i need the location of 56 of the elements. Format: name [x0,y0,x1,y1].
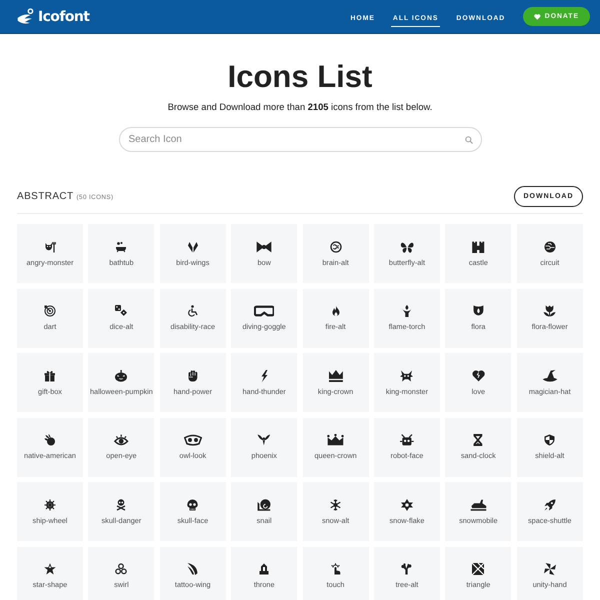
search-field[interactable]: Search Icon [118,127,482,152]
touch-icon [330,563,341,576]
rocket-icon [544,498,556,511]
pinwheel-icon [544,563,556,576]
bow-icon [256,240,272,252]
circuit-icon [544,240,556,252]
ship-wheel-icon [44,498,56,511]
dice-icon [115,305,128,318]
flower-icon [472,305,484,318]
section-title: ABSTRACT [17,191,74,202]
six-pointed-star-icon [400,498,413,511]
snail-icon [256,498,272,511]
skull-icon [187,498,198,511]
tower-icon [259,563,270,576]
snowmobile-icon [470,498,487,511]
headdress-icon [44,434,56,446]
monster-icon [44,240,56,252]
wing-icon [187,563,198,576]
skull-crossbones-icon [116,498,126,511]
search-icon[interactable] [464,136,472,144]
goggles-icon [254,305,274,318]
tree-icon [401,563,412,576]
lightning-icon [260,370,268,382]
eye-icon [114,434,129,446]
wheelchair-icon [186,305,199,318]
fist-icon [188,370,198,382]
castle-icon [471,240,486,252]
torch-icon [402,305,412,318]
tulip-icon [543,305,556,318]
logo-icon [17,8,34,25]
crossed-square-icon [472,563,484,576]
flame-icon [332,305,340,318]
bird-icon [257,434,272,446]
owl-eyes-icon [184,434,202,446]
witch-hat-icon [542,370,558,382]
triple-spiral-icon [115,563,128,576]
heart-icon [534,14,541,20]
butterfly-icon [400,240,414,252]
page-title: Icons List [228,58,372,96]
wings-icon [186,240,199,252]
robot-icon [400,434,414,446]
star-icon [44,563,56,576]
crown-icon [327,434,344,446]
shield-icon [544,434,556,446]
crown-icon [328,370,342,382]
gift-icon [44,370,56,382]
horned-monster-icon [400,370,414,382]
logo-text: Icofont [38,8,90,24]
pumpkin-icon [115,370,128,382]
target-icon [44,305,56,318]
page-subtitle: Browse and Download more than 2105 icons from the list below. [168,101,432,114]
brain-icon [330,240,342,252]
broken-heart-icon [472,370,485,382]
hourglass-icon [473,434,484,446]
snowflake-icon [330,498,342,511]
bathtub-icon [115,240,128,252]
